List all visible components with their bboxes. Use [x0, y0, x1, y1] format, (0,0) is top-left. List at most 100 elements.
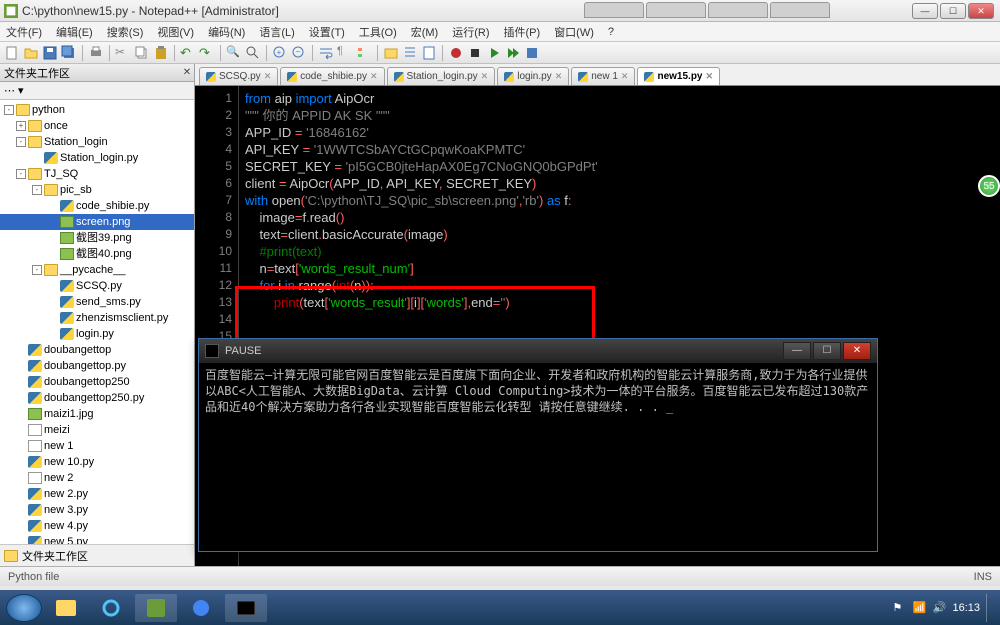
- open-file-icon[interactable]: [23, 45, 39, 61]
- macro-save-icon[interactable]: [524, 45, 540, 61]
- code-line[interactable]: """ 你的 APPID AK SK """: [245, 107, 1000, 124]
- tree-item[interactable]: maizi1.jpg: [0, 406, 194, 422]
- tab-close-icon[interactable]: ✕: [706, 71, 714, 82]
- tree-item[interactable]: zhenzismsclient.py: [0, 310, 194, 326]
- tree-item[interactable]: new 3.py: [0, 502, 194, 518]
- menu-item[interactable]: 工具(O): [359, 24, 397, 40]
- redo-icon[interactable]: ↷: [199, 45, 215, 61]
- editor-tab[interactable]: new 1✕: [571, 67, 635, 85]
- tree-item[interactable]: send_sms.py: [0, 294, 194, 310]
- replace-icon[interactable]: [245, 45, 261, 61]
- editor-tab[interactable]: Station_login.py✕: [387, 67, 496, 85]
- tree-item[interactable]: new 5.py: [0, 534, 194, 544]
- tray-clock[interactable]: 16:13: [952, 602, 980, 614]
- file-tree[interactable]: -python+once-Station_loginStation_login.…: [0, 100, 194, 544]
- editor-tab[interactable]: new15.py✕: [637, 67, 720, 85]
- menu-item[interactable]: 语言(L): [259, 24, 294, 40]
- find-icon[interactable]: 🔍: [226, 45, 242, 61]
- editor-tab[interactable]: code_shibie.py✕: [280, 67, 384, 85]
- copy-icon[interactable]: [134, 45, 150, 61]
- paste-icon[interactable]: [153, 45, 169, 61]
- tree-item[interactable]: -__pycache__: [0, 262, 194, 278]
- tab-close-icon[interactable]: ✕: [555, 71, 563, 82]
- console-window[interactable]: PAUSE — ☐ ✕ 百度智能云—计算无限可能官网百度智能云是百度旗下面向企业…: [198, 338, 878, 552]
- code-line[interactable]: n=text['words_result_num']: [245, 260, 1000, 277]
- menu-item[interactable]: 文件(F): [6, 24, 42, 40]
- code-line[interactable]: image=f.read(): [245, 209, 1000, 226]
- menu-item[interactable]: 搜索(S): [107, 24, 144, 40]
- start-button[interactable]: [6, 594, 42, 622]
- show-all-chars-icon[interactable]: ¶: [337, 45, 353, 61]
- code-line[interactable]: with open('C:\python\TJ_SQ\pic_sb\screen…: [245, 192, 1000, 209]
- macro-stop-icon[interactable]: [467, 45, 483, 61]
- wordwrap-icon[interactable]: [318, 45, 334, 61]
- tray-flag-icon[interactable]: ⚑: [892, 601, 906, 615]
- save-icon[interactable]: [42, 45, 58, 61]
- tree-item[interactable]: -pic_sb: [0, 182, 194, 198]
- taskbar-browser[interactable]: [180, 594, 222, 622]
- menu-item[interactable]: 宏(M): [411, 24, 439, 40]
- code-line[interactable]: from aip import AipOcr: [245, 90, 1000, 107]
- tab-close-icon[interactable]: ✕: [264, 71, 272, 82]
- cut-icon[interactable]: ✂: [115, 45, 131, 61]
- tree-item[interactable]: new 4.py: [0, 518, 194, 534]
- editor-tab[interactable]: login.py✕: [497, 67, 569, 85]
- code-line[interactable]: API_KEY = '1WWTCSbAYCtGCpqwKoaKPMTC': [245, 141, 1000, 158]
- menu-item[interactable]: 编码(N): [208, 24, 245, 40]
- tree-item[interactable]: -TJ_SQ: [0, 166, 194, 182]
- tray-show-desktop[interactable]: [986, 594, 994, 622]
- taskbar-cmd[interactable]: [225, 594, 267, 622]
- expand-toggle[interactable]: -: [4, 105, 14, 115]
- maximize-button[interactable]: ☐: [940, 3, 966, 19]
- close-button[interactable]: ✕: [968, 3, 994, 19]
- tab-close-icon[interactable]: ✕: [481, 71, 489, 82]
- sidebar-close-icon[interactable]: ✕: [180, 67, 194, 78]
- menu-item[interactable]: 视图(V): [157, 24, 194, 40]
- taskbar-notepadpp[interactable]: [135, 594, 177, 622]
- tree-item[interactable]: +once: [0, 118, 194, 134]
- tree-item[interactable]: doubangettop: [0, 342, 194, 358]
- tab-close-icon[interactable]: ✕: [370, 71, 378, 82]
- menu-item[interactable]: 编辑(E): [56, 24, 93, 40]
- tree-item[interactable]: new 2.py: [0, 486, 194, 502]
- tray-network-icon[interactable]: 📶: [912, 601, 926, 615]
- tree-item[interactable]: -python: [0, 102, 194, 118]
- zoom-in-icon[interactable]: +: [272, 45, 288, 61]
- tree-item[interactable]: login.py: [0, 326, 194, 342]
- menu-item[interactable]: 运行(R): [452, 24, 489, 40]
- tree-item[interactable]: new 1: [0, 438, 194, 454]
- expand-toggle[interactable]: -: [16, 137, 26, 147]
- tab-close-icon[interactable]: ✕: [621, 71, 629, 82]
- tree-item[interactable]: -Station_login: [0, 134, 194, 150]
- save-all-icon[interactable]: [61, 45, 77, 61]
- expand-toggle[interactable]: -: [32, 185, 42, 195]
- undo-icon[interactable]: ↶: [180, 45, 196, 61]
- doc-map-icon[interactable]: [421, 45, 437, 61]
- tree-item[interactable]: doubangettop250.py: [0, 390, 194, 406]
- new-file-icon[interactable]: [4, 45, 20, 61]
- tree-item[interactable]: doubangettop250: [0, 374, 194, 390]
- code-line[interactable]: client = AipOcr(APP_ID, API_KEY, SECRET_…: [245, 175, 1000, 192]
- tree-item[interactable]: code_shibie.py: [0, 198, 194, 214]
- function-list-icon[interactable]: [402, 45, 418, 61]
- console-output[interactable]: 百度智能云—计算无限可能官网百度智能云是百度旗下面向企业、开发者和政府机构的智能…: [199, 363, 877, 551]
- taskbar-explorer[interactable]: [45, 594, 87, 622]
- console-minimize-button[interactable]: —: [783, 342, 811, 360]
- tree-item[interactable]: 截图39.png: [0, 230, 194, 246]
- folder-1-icon[interactable]: [383, 45, 399, 61]
- code-line[interactable]: SECRET_KEY = 'pI5GCB0jteHapAX0Eg7CNoGNQ0…: [245, 158, 1000, 175]
- macro-play-icon[interactable]: [486, 45, 502, 61]
- menu-item[interactable]: 设置(T): [309, 24, 345, 40]
- expand-toggle[interactable]: -: [16, 169, 26, 179]
- tray-sound-icon[interactable]: 🔊: [932, 601, 946, 615]
- console-maximize-button[interactable]: ☐: [813, 342, 841, 360]
- floating-badge[interactable]: 55: [978, 175, 1000, 197]
- sidebar-bottom-tab[interactable]: 文件夹工作区: [0, 544, 194, 566]
- expand-toggle[interactable]: -: [32, 265, 42, 275]
- indent-guide-icon[interactable]: [356, 45, 372, 61]
- tree-item[interactable]: doubangettop.py: [0, 358, 194, 374]
- menu-item[interactable]: 窗口(W): [554, 24, 594, 40]
- tree-item[interactable]: Station_login.py: [0, 150, 194, 166]
- macro-play-multi-icon[interactable]: [505, 45, 521, 61]
- minimize-button[interactable]: —: [912, 3, 938, 19]
